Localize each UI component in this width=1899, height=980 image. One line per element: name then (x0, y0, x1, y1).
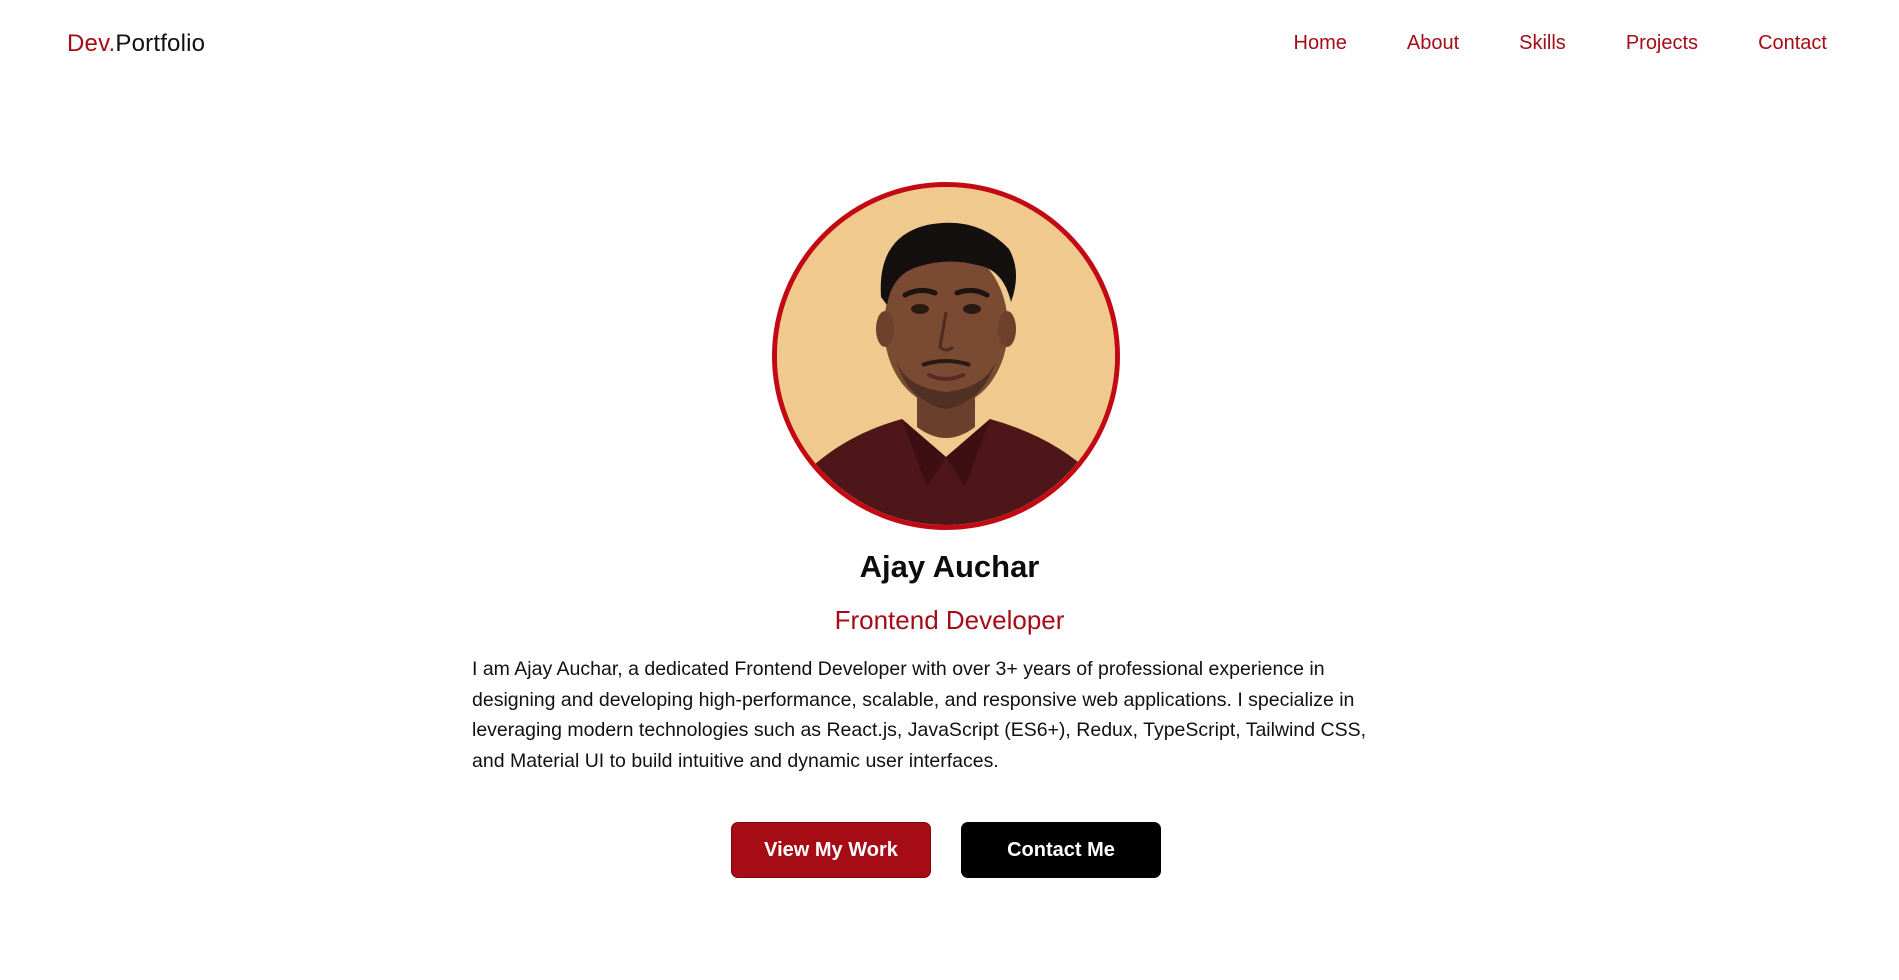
logo-rest-text: Portfolio (115, 30, 206, 57)
site-logo[interactable]: Dev.Portfolio (67, 30, 205, 58)
nav-link-skills[interactable]: Skills (1519, 32, 1566, 55)
portfolio-page: Dev.Portfolio Home About Skills Projects… (0, 0, 1899, 980)
view-my-work-button[interactable]: View My Work (731, 822, 931, 878)
profile-bio: I am Ajay Auchar, a dedicated Frontend D… (472, 658, 1367, 772)
nav-links: Home About Skills Projects Contact (1294, 32, 1827, 55)
profile-avatar (772, 182, 1120, 530)
nav-link-projects[interactable]: Projects (1626, 32, 1698, 55)
nav-link-home[interactable]: Home (1294, 32, 1347, 55)
profile-role: Frontend Developer (834, 605, 1065, 635)
nav-link-about[interactable]: About (1407, 32, 1459, 55)
logo-accent-text: Dev. (67, 30, 116, 57)
profile-photo (777, 187, 1115, 525)
profile-name: Ajay Auchar (859, 549, 1040, 584)
top-navbar: Dev.Portfolio Home About Skills Projects… (0, 0, 1899, 92)
nav-link-contact[interactable]: Contact (1758, 32, 1827, 55)
contact-me-button[interactable]: Contact Me (961, 822, 1161, 878)
